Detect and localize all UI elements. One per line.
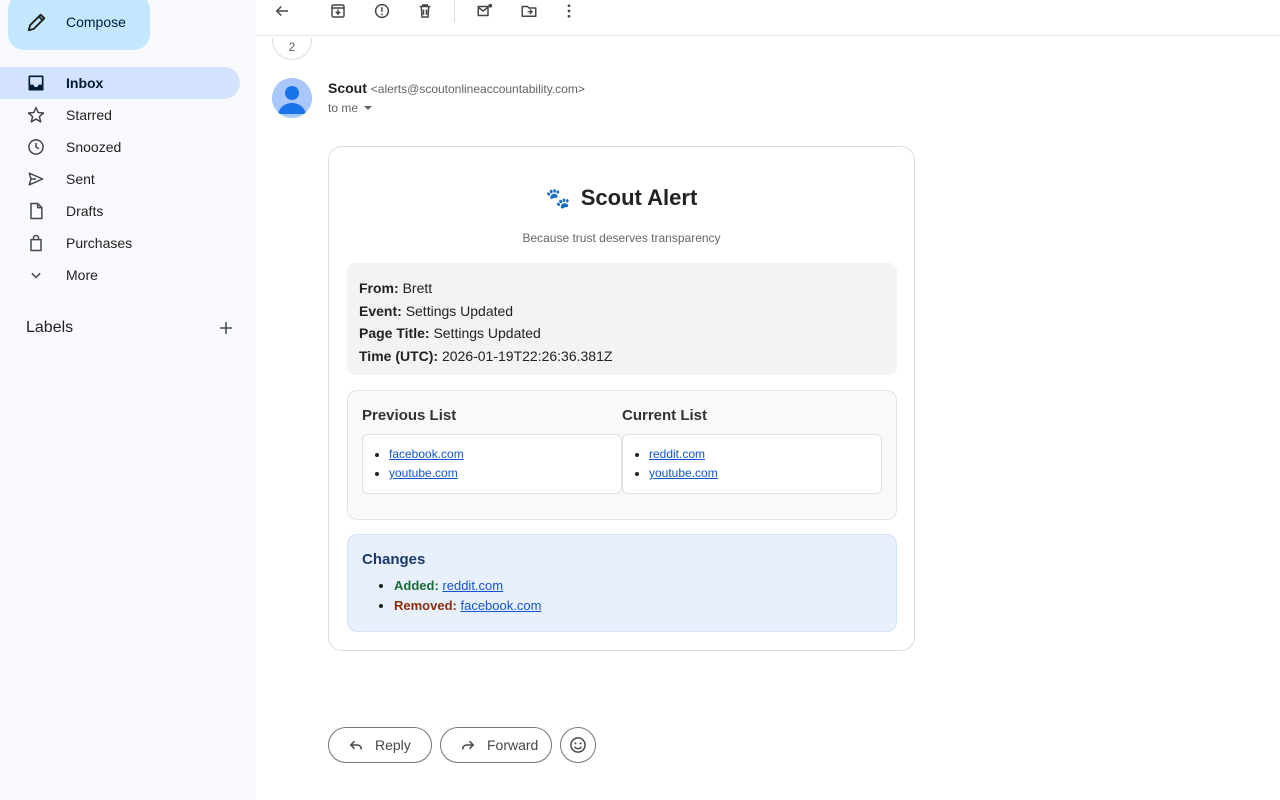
sidebar-item-inbox[interactable]: Inbox <box>0 67 240 99</box>
delete-icon <box>419 4 431 18</box>
sidebar-item-snoozed[interactable]: Snoozed <box>0 131 240 163</box>
report-spam-icon <box>374 3 390 19</box>
sender-email: <alerts@scoutonlineaccountability.com> <box>370 82 585 96</box>
info-page-title-row: Page Title: Settings Updated <box>359 325 541 341</box>
sidebar-item-label: Sent <box>66 171 95 187</box>
caret-down-icon <box>364 106 373 110</box>
alert-title: 🐾 Scout Alert <box>329 185 914 211</box>
sender-line: Scout <alerts@scoutonlineaccountability.… <box>328 80 585 96</box>
info-time-row: Time (UTC): 2026-01-19T22:26:36.381Z <box>359 347 613 364</box>
inbox-icon <box>28 75 44 91</box>
message-toolbar <box>256 0 1280 36</box>
avatar[interactable] <box>272 78 312 118</box>
sidebar-item-sent[interactable]: Sent <box>0 163 240 195</box>
recipient-label: to me <box>328 101 359 115</box>
forward-icon <box>462 740 475 750</box>
sidebar-item-label: Snoozed <box>66 139 122 155</box>
domain-link[interactable]: youtube.com <box>649 466 718 480</box>
star-icon <box>27 106 45 123</box>
current-list-heading: Current List <box>622 407 708 424</box>
mark-unread-icon <box>477 3 493 17</box>
sidebar-item-drafts[interactable]: Drafts <box>0 195 240 227</box>
shopping-bag-icon <box>30 234 42 252</box>
smiley-icon <box>570 737 586 753</box>
add-label-icon[interactable] <box>216 318 236 338</box>
sidebar-item-label: Drafts <box>66 203 104 219</box>
previous-list-heading: Previous List <box>362 407 457 424</box>
sidebar-nav: Inbox Starred Snoozed Sent Drafts Purcha… <box>0 67 240 291</box>
sidebar-item-more[interactable]: More <box>0 259 240 291</box>
more-options-button[interactable] <box>557 0 581 22</box>
paw-icon: 🐾 <box>545 188 571 210</box>
pencil-icon <box>27 13 46 32</box>
changes-box: Changes Added: reddit.com Removed: faceb… <box>347 534 897 632</box>
move-to-icon <box>521 5 537 17</box>
chevron-down-icon <box>31 272 41 279</box>
domain-link[interactable]: reddit.com <box>649 447 705 461</box>
removed-label: Removed: <box>394 598 457 613</box>
person-icon <box>272 78 312 118</box>
compose-label: Compose <box>66 14 126 30</box>
sidebar-item-label: Purchases <box>66 235 133 251</box>
labels-section-header: Labels <box>26 318 236 338</box>
labels-heading: Labels <box>26 319 74 336</box>
previous-list: Previous List facebook.com youtube.com <box>362 407 622 494</box>
list-comparison: Previous List facebook.com youtube.com C… <box>347 390 897 520</box>
message-view: 2 Scout <alerts@scoutonlineaccountabilit… <box>256 0 1280 800</box>
changes-heading: Changes <box>362 551 426 568</box>
forward-label: Forward <box>487 737 539 753</box>
reply-icon <box>349 740 362 750</box>
forward-button[interactable]: Forward <box>440 727 552 763</box>
delete-button[interactable] <box>413 0 437 22</box>
sender-name[interactable]: Scout <box>328 80 367 96</box>
compose-button[interactable]: Compose <box>8 0 150 50</box>
current-list: Current List reddit.com youtube.com <box>622 407 882 494</box>
previous-list-box: facebook.com youtube.com <box>362 434 622 494</box>
info-from-row: From: Brett <box>359 280 433 296</box>
more-vert-icon <box>567 4 571 18</box>
back-button[interactable] <box>270 0 294 22</box>
current-list-box: reddit.com youtube.com <box>622 434 882 494</box>
sidebar-item-label: More <box>66 267 98 283</box>
sidebar-item-label: Starred <box>66 107 112 123</box>
list-item: youtube.com <box>389 464 621 483</box>
alert-tagline: Because trust deserves transparency <box>522 231 721 245</box>
alert-info-box: From: Brett Event: Settings Updated Page… <box>347 263 897 375</box>
email-body-card: 🐾 Scout Alert Because trust deserves tra… <box>328 146 915 651</box>
change-added: Added: reddit.com <box>394 576 882 596</box>
toolbar-divider <box>454 0 455 22</box>
added-label: Added: <box>394 578 439 593</box>
sidebar-item-label: Inbox <box>66 75 104 91</box>
clock-icon <box>28 139 44 155</box>
domain-link[interactable]: youtube.com <box>389 466 458 480</box>
removed-domain-link[interactable]: facebook.com <box>460 598 541 613</box>
domain-link[interactable]: facebook.com <box>389 447 464 461</box>
alert-title-text: Scout Alert <box>580 185 698 210</box>
added-domain-link[interactable]: reddit.com <box>442 578 503 593</box>
list-item: facebook.com <box>389 445 621 464</box>
reply-label: Reply <box>375 737 411 753</box>
sidebar-item-starred[interactable]: Starred <box>0 99 240 131</box>
list-item: youtube.com <box>649 464 881 483</box>
list-item: reddit.com <box>649 445 881 464</box>
sidebar-item-purchases[interactable]: Purchases <box>0 227 240 259</box>
change-removed: Removed: facebook.com <box>394 596 882 616</box>
reply-button[interactable]: Reply <box>328 727 432 763</box>
recipient-details-toggle[interactable]: to me <box>328 101 374 115</box>
back-arrow-icon <box>275 5 288 17</box>
mark-unread-button[interactable] <box>473 0 497 22</box>
move-to-button[interactable] <box>517 0 541 22</box>
draft-icon <box>30 202 43 220</box>
archive-button[interactable] <box>326 0 350 22</box>
archive-icon <box>331 4 345 18</box>
sidebar: Compose Inbox Starred Snoozed Sent Draft… <box>0 0 256 800</box>
report-spam-button[interactable] <box>370 0 394 22</box>
info-event-row: Event: Settings Updated <box>359 302 514 319</box>
emoji-reaction-button[interactable] <box>560 727 596 763</box>
send-icon <box>28 172 44 186</box>
